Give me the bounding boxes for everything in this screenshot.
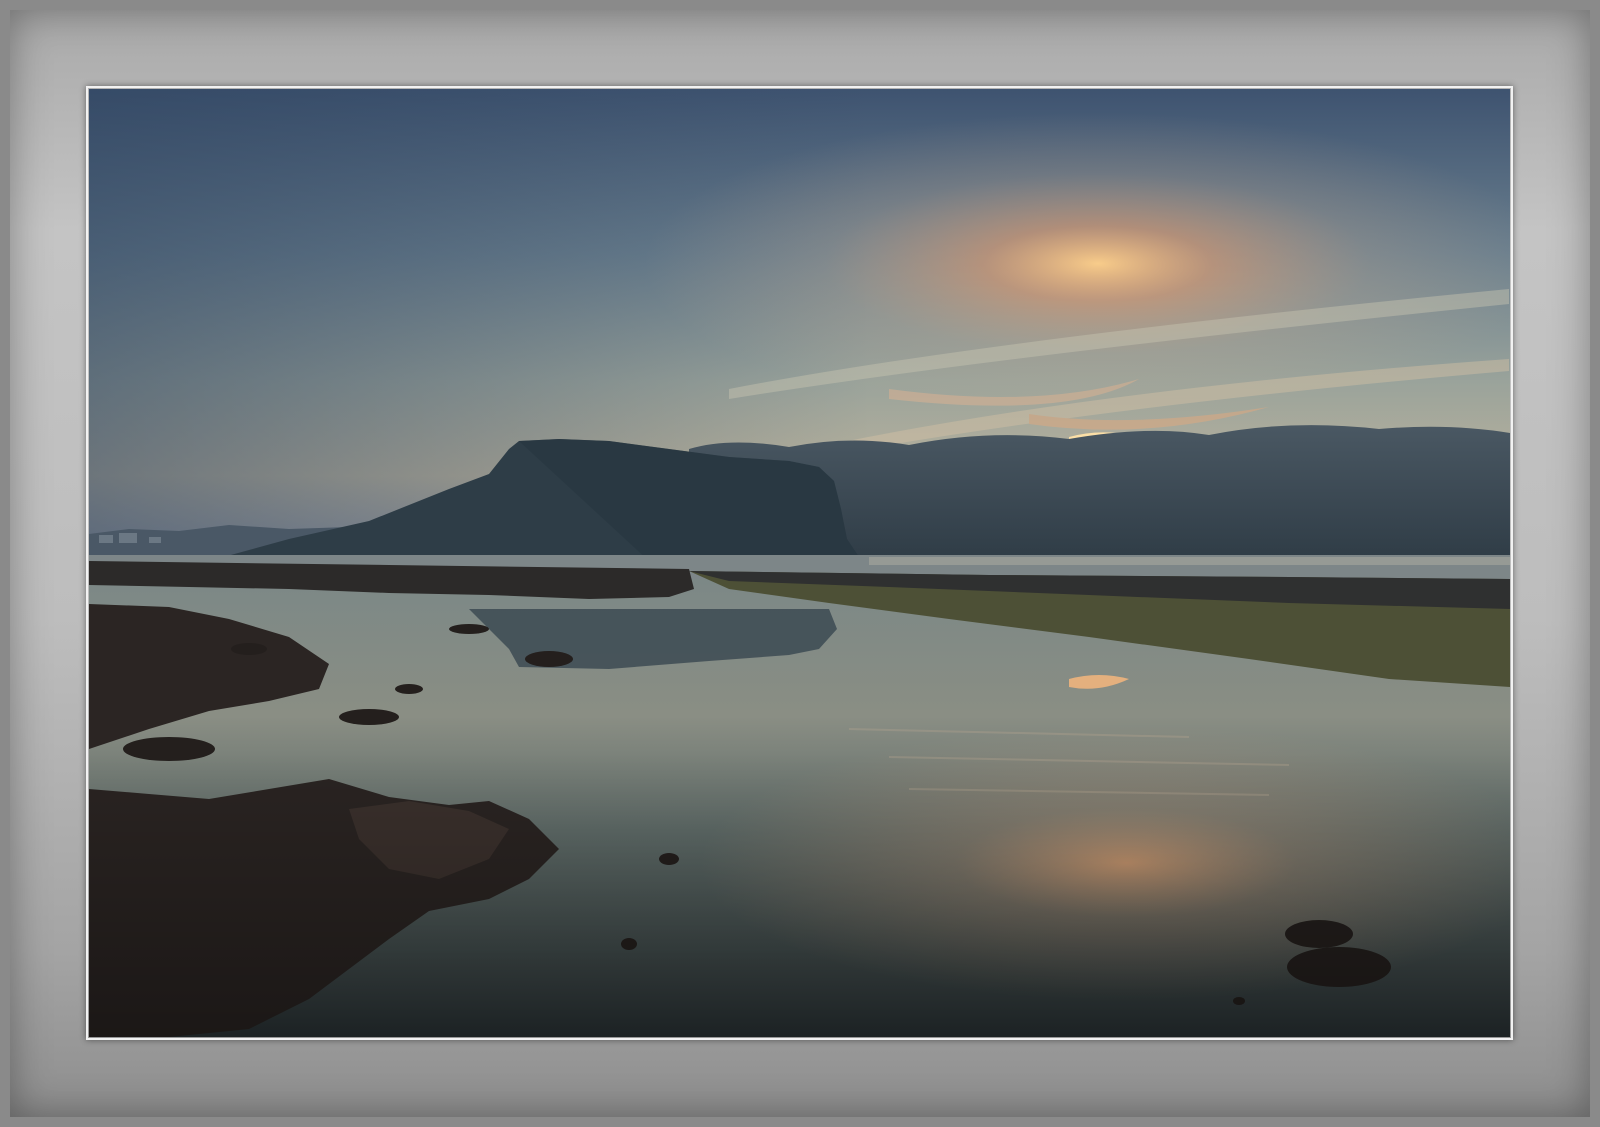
vignette <box>89 89 1510 1037</box>
landscape-photo <box>89 89 1510 1037</box>
